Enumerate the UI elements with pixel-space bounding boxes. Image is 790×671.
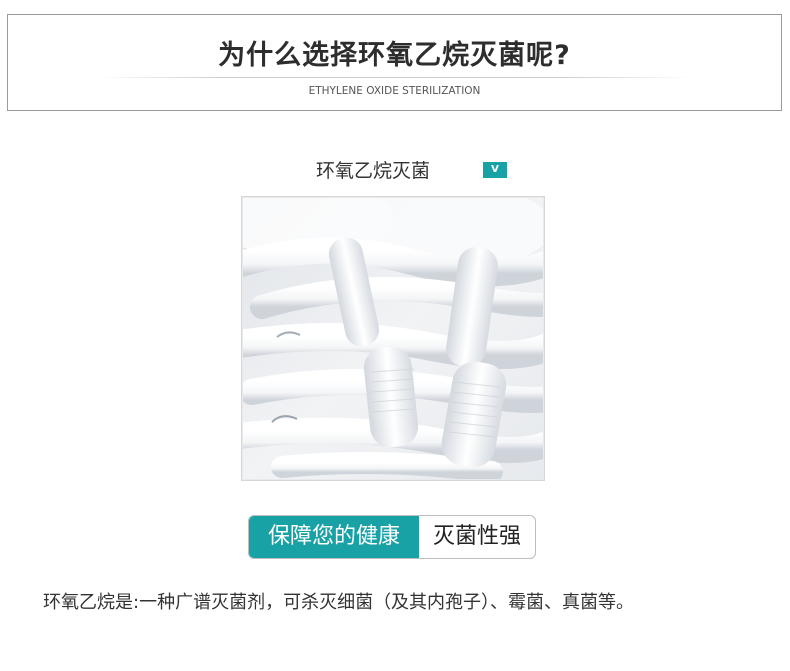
v-badge: V [483, 162, 507, 178]
description-text: 环氧乙烷是:一种广谱灭菌剂，可杀灭细菌（及其内孢子）、霉菌、真菌等。 [43, 592, 635, 613]
page-title: 为什么选择环氧乙烷灭菌呢? [218, 40, 571, 71]
header-divider [98, 77, 691, 78]
fabric-texture-svg [242, 197, 544, 480]
section-title: 环氧乙烷灭菌 [316, 160, 431, 182]
feature-tag-highlight: 保障您的健康 [249, 516, 419, 558]
feature-tag-text: 灭菌性强 [432, 524, 521, 549]
feature-tag: 保障您的健康 灭菌性强 [248, 515, 536, 559]
header-panel: 为什么选择环氧乙烷灭菌呢? ETHYLENE OXIDE STERILIZATI… [7, 14, 782, 111]
fabric-macro-image [241, 196, 545, 481]
page-subtitle: ETHYLENE OXIDE STERILIZATION [308, 85, 481, 97]
